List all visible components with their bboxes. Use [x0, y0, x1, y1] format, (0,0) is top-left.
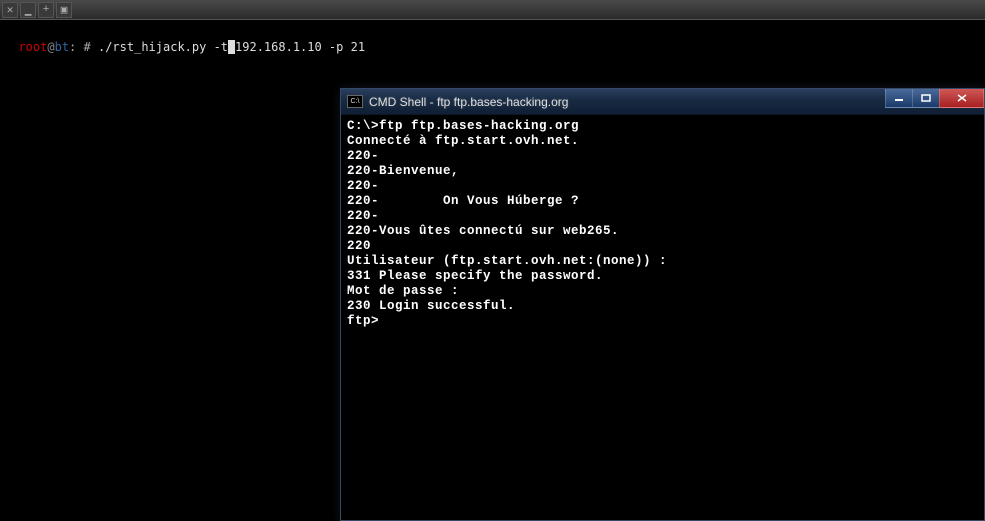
cmd-titlebar[interactable]: C:\ CMD Shell - ftp ftp.bases-hacking.or… — [341, 89, 984, 115]
close-icon — [957, 94, 967, 102]
cmd-output-line: 220-Bienvenue, — [347, 164, 978, 179]
cmd-output-line: 230 Login successful. — [347, 299, 978, 314]
cmd-output-line: C:\>ftp ftp.bases-hacking.org — [347, 119, 978, 134]
cmd-output-line: 220-Vous ûtes connectú sur web265. — [347, 224, 978, 239]
prompt-host: bt — [55, 40, 69, 54]
cmd-output-line: 220 — [347, 239, 978, 254]
prompt-command-after: 192.168.1.10 -p 21 — [235, 40, 365, 54]
prompt-at: @ — [47, 40, 54, 54]
maximize-button[interactable] — [912, 89, 940, 108]
cmd-output-line: 220- — [347, 149, 978, 164]
cmd-output-line: Utilisateur (ftp.start.ovh.net:(none)) : — [347, 254, 978, 269]
cmd-icon: C:\ — [347, 95, 363, 108]
close-icon[interactable]: ✕ — [2, 2, 18, 18]
linux-terminal-body[interactable]: root@bt: # ./rst_hijack.py -t 192.168.1.… — [0, 20, 985, 60]
cmd-output-area[interactable]: C:\>ftp ftp.bases-hacking.orgConnecté à … — [341, 115, 984, 520]
cmd-output-line: 220- On Vous Húberge ? — [347, 194, 978, 209]
prompt-user: root — [18, 40, 47, 54]
cmd-title: CMD Shell - ftp ftp.bases-hacking.org — [369, 95, 568, 109]
new-tab-icon[interactable]: + — [38, 2, 54, 18]
prompt-command-before: ./rst_hijack.py -t — [98, 40, 228, 54]
maximize-icon — [921, 94, 931, 102]
cmd-output-line: Connecté à ftp.start.ovh.net. — [347, 134, 978, 149]
prompt-hash: # — [76, 40, 98, 54]
minimize-button[interactable] — [885, 89, 913, 108]
cmd-output-line: 220- — [347, 179, 978, 194]
minimize-icon — [894, 94, 904, 102]
cmd-output-line: 220- — [347, 209, 978, 224]
cmd-output-line: Mot de passe : — [347, 284, 978, 299]
terminal-cursor — [228, 40, 235, 54]
minimize-icon[interactable]: ▁ — [20, 2, 36, 18]
cmd-window: C:\ CMD Shell - ftp ftp.bases-hacking.or… — [340, 88, 985, 521]
cmd-output-line: 331 Please specify the password. — [347, 269, 978, 284]
linux-terminal-toolbar: ✕ ▁ + ▣ — [0, 0, 985, 20]
close-button[interactable] — [939, 89, 984, 108]
cmd-output-line: ftp> — [347, 314, 978, 329]
window-controls — [886, 89, 984, 108]
copy-icon[interactable]: ▣ — [56, 2, 72, 18]
